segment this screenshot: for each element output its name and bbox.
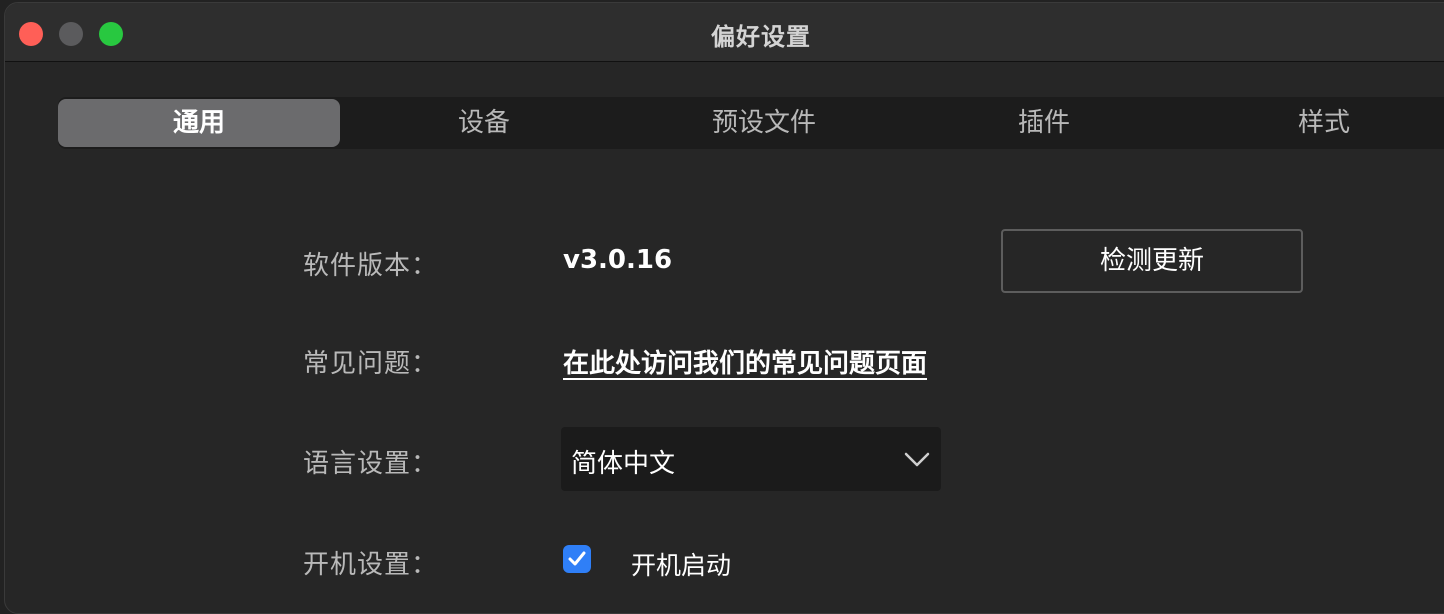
window-title: 偏好设置	[711, 23, 811, 51]
startup-label: 开机设置：	[303, 550, 439, 580]
tab-devices[interactable]: 设备	[344, 97, 624, 149]
chevron-down-icon	[903, 447, 931, 471]
title-bar: 偏好设置	[5, 3, 1444, 62]
check-updates-button[interactable]: 检测更新	[1001, 229, 1303, 293]
faq-label: 常见问题：	[303, 349, 439, 379]
software-version-label: 软件版本：	[303, 251, 439, 281]
tab-general[interactable]: 通用	[58, 99, 340, 147]
software-version-value: v3.0.16	[563, 245, 673, 275]
tab-plugins[interactable]: 插件	[904, 97, 1184, 149]
faq-link[interactable]: 在此处访问我们的常见问题页面	[563, 343, 927, 380]
checkmark-icon	[568, 551, 586, 566]
language-label: 语言设置：	[303, 449, 439, 479]
language-selected-value: 简体中文	[571, 449, 676, 479]
language-select[interactable]: 简体中文	[561, 427, 941, 491]
tab-styles[interactable]: 样式	[1184, 97, 1444, 149]
preferences-window: 偏好设置 通用 设备 预设文件 插件 样式 软件版本： v3.0.16 检测更新…	[4, 2, 1444, 614]
launch-at-startup-checkbox[interactable]	[563, 545, 591, 573]
preferences-tab-bar: 通用 设备 预设文件 插件 样式	[58, 97, 1444, 149]
tab-preset-files[interactable]: 预设文件	[624, 97, 904, 149]
launch-at-startup-label[interactable]: 开机启动	[631, 546, 731, 582]
